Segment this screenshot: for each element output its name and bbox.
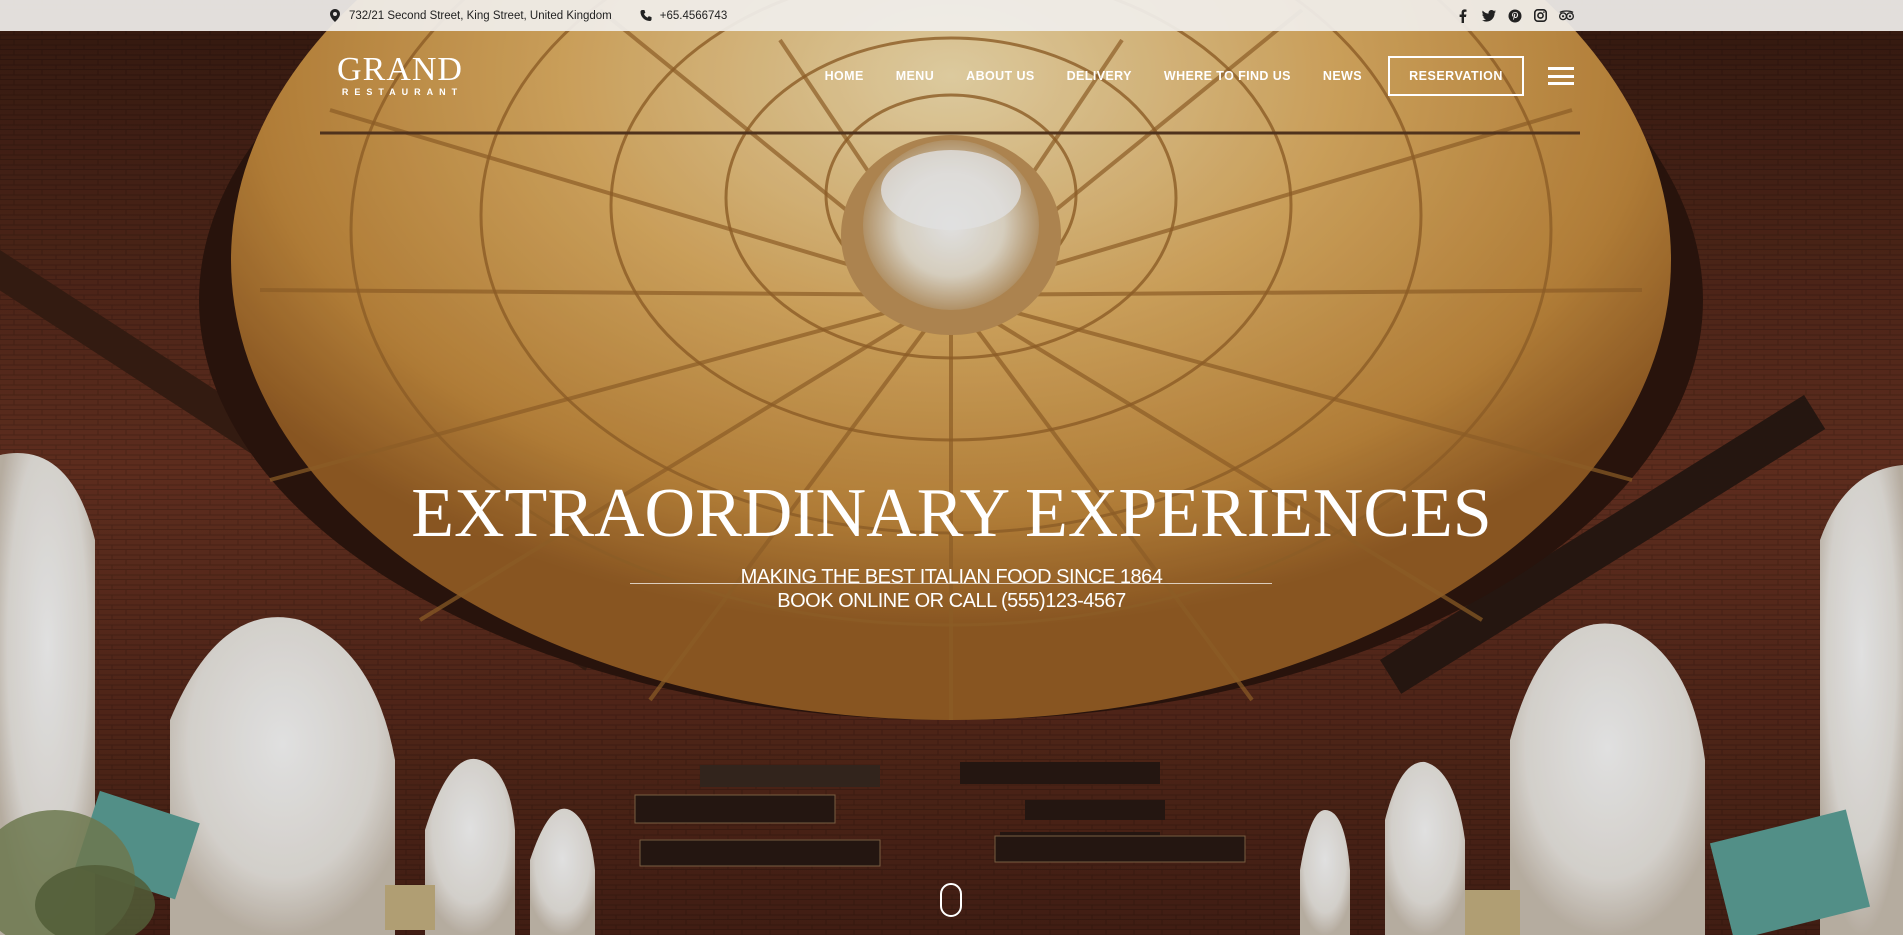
- phone-text: +65.4566743: [659, 9, 728, 22]
- phone-icon: [640, 9, 652, 23]
- nav-news[interactable]: NEWS: [1323, 69, 1362, 83]
- nav-where-to-find-us[interactable]: WHERE TO FIND US: [1164, 69, 1291, 83]
- main-nav: HOME MENU ABOUT US DELIVERY WHERE TO FIN…: [793, 56, 1574, 96]
- social-links: [1455, 8, 1574, 23]
- pinterest-icon[interactable]: [1507, 8, 1522, 23]
- hamburger-menu-icon[interactable]: [1548, 67, 1574, 85]
- top-bar: 732/21 Second Street, King Street, Unite…: [0, 0, 1903, 31]
- site-logo[interactable]: GRAND RESTAURANT: [329, 51, 471, 98]
- hero-background: [0, 0, 1903, 935]
- nav-home[interactable]: HOME: [825, 69, 864, 83]
- instagram-icon[interactable]: [1533, 8, 1548, 23]
- logo-sub: RESTAURANT: [341, 87, 464, 97]
- hero-subtitle-line-1: MAKING THE BEST ITALIAN FOOD SINCE 1864: [740, 566, 1163, 588]
- reservation-button[interactable]: RESERVATION: [1388, 56, 1524, 96]
- site-header: GRAND RESTAURANT HOME MENU ABOUT US DELI…: [329, 52, 1574, 100]
- nav-menu[interactable]: MENU: [896, 69, 934, 83]
- nav-about-us[interactable]: ABOUT US: [966, 69, 1034, 83]
- logo-main: GRAND: [337, 51, 463, 88]
- hero-subtitle-line-2: BOOK ONLINE OR CALL (555)123-4567: [777, 590, 1126, 612]
- map-marker-icon: [329, 9, 341, 23]
- twitter-icon[interactable]: [1481, 8, 1496, 23]
- scroll-down-icon[interactable]: [940, 883, 962, 917]
- hero-title: EXTRAORDINARY EXPERIENCES: [411, 475, 1492, 552]
- hall-illustration: [0, 0, 1903, 935]
- tripadvisor-icon[interactable]: [1559, 8, 1574, 23]
- contact-info: 732/21 Second Street, King Street, Unite…: [329, 9, 727, 23]
- nav-delivery[interactable]: DELIVERY: [1067, 69, 1132, 83]
- facebook-icon[interactable]: [1455, 8, 1470, 23]
- hero-subtitle: MAKING THE BEST ITALIAN FOOD SINCE 1864 …: [0, 565, 1903, 613]
- address-text: 732/21 Second Street, King Street, Unite…: [349, 9, 612, 22]
